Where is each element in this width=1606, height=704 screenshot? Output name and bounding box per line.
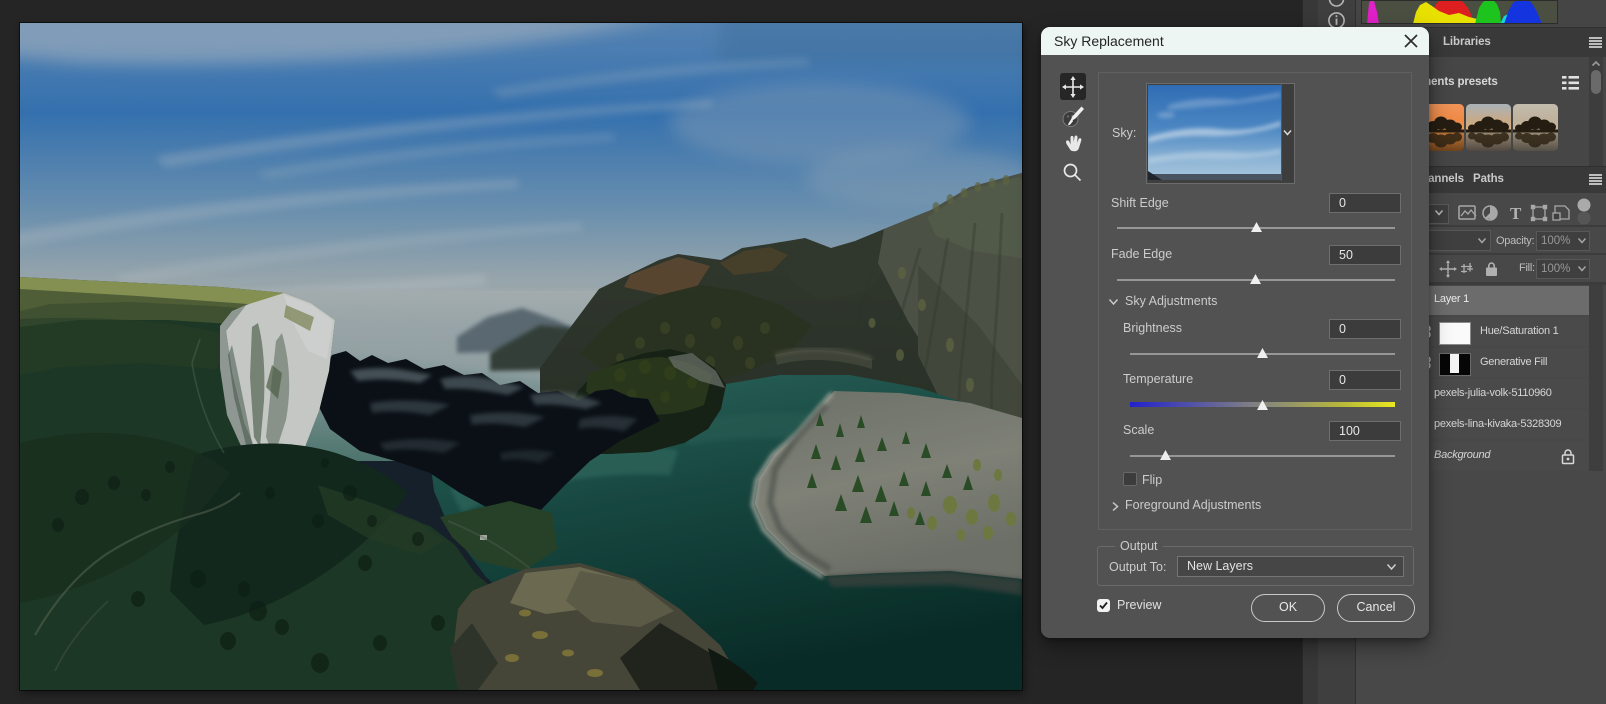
svg-text:T: T: [1510, 204, 1522, 223]
